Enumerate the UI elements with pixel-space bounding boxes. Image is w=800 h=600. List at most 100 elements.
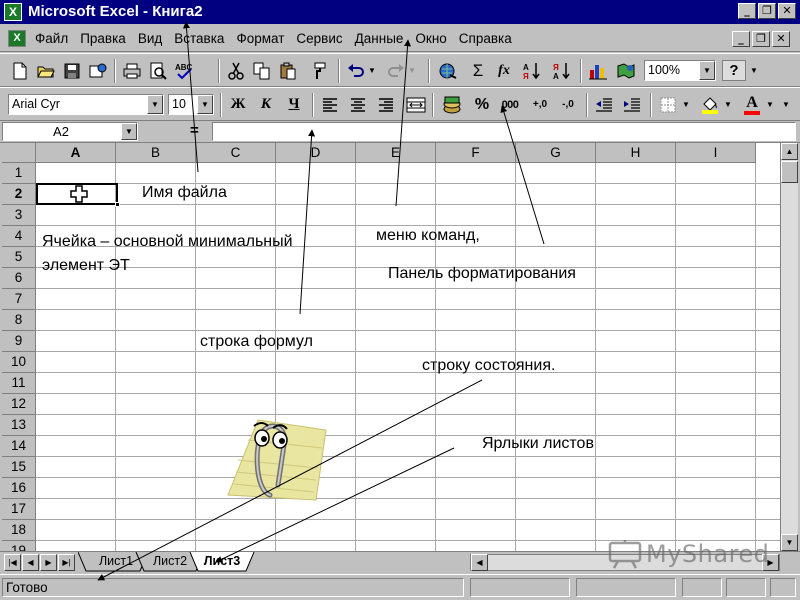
align-right-icon[interactable] (374, 93, 398, 116)
save-icon[interactable] (60, 59, 84, 82)
column-header[interactable]: A (36, 143, 116, 163)
bold-button[interactable]: Ж (226, 93, 250, 116)
scroll-up-icon[interactable]: ▲ (781, 143, 798, 160)
column-header[interactable]: C (196, 143, 276, 163)
cut-icon[interactable] (224, 59, 248, 82)
web-icon[interactable] (86, 59, 110, 82)
last-sheet-icon[interactable]: ▶| (58, 554, 75, 571)
print-icon[interactable] (120, 59, 144, 82)
chevron-down-icon[interactable]: ▼ (121, 123, 137, 140)
menu-window[interactable]: Окно (414, 31, 447, 46)
select-all-button[interactable] (2, 143, 36, 163)
sheet-tab[interactable]: Лист1 (88, 552, 144, 571)
borders-icon[interactable] (656, 93, 680, 116)
align-center-icon[interactable] (346, 93, 370, 116)
italic-button[interactable]: К (254, 93, 278, 116)
menu-help[interactable]: Справка (458, 31, 513, 46)
column-header[interactable]: H (596, 143, 676, 163)
row-header[interactable]: 7 (2, 289, 36, 310)
font-size-select[interactable]: 10 ▼ (168, 94, 214, 115)
paste-icon[interactable] (276, 59, 300, 82)
row-header[interactable]: 10 (2, 352, 36, 373)
row-header[interactable]: 2 (2, 184, 36, 205)
redo-dropdown-icon[interactable]: ▼ (406, 59, 418, 82)
fill-color-dropdown-icon[interactable]: ▼ (722, 93, 734, 116)
sheet-tab-active[interactable]: Лист3 (196, 552, 248, 571)
copy-icon[interactable] (250, 59, 274, 82)
scroll-down-icon[interactable]: ▼ (781, 534, 798, 551)
merge-center-icon[interactable] (404, 93, 428, 116)
row-header[interactable]: 6 (2, 268, 36, 289)
menu-format[interactable]: Формат (235, 31, 285, 46)
name-box[interactable]: A2 ▼ (2, 122, 138, 141)
hyperlink-icon[interactable] (436, 59, 460, 82)
map-icon[interactable] (614, 59, 638, 82)
row-header[interactable]: 4 (2, 226, 36, 247)
chevron-down-icon[interactable]: ▼ (147, 95, 163, 114)
close-button[interactable]: ✕ (778, 3, 796, 19)
increase-indent-icon[interactable] (620, 93, 644, 116)
help-icon[interactable]: ? (722, 60, 746, 81)
menu-tools[interactable]: Сервис (295, 31, 343, 46)
row-header[interactable]: 8 (2, 310, 36, 331)
vertical-scrollbar[interactable]: ▲ ▼ (780, 143, 798, 551)
decrease-decimal-button[interactable]: -,0 (556, 93, 580, 116)
currency-icon[interactable] (440, 93, 464, 116)
restore-button[interactable]: ❐ (758, 3, 776, 19)
autosum-icon[interactable]: Σ (466, 59, 490, 82)
equals-icon[interactable]: = (190, 122, 199, 139)
menu-insert[interactable]: Вставка (173, 31, 225, 46)
scroll-thumb[interactable] (781, 161, 798, 183)
worksheet-grid[interactable]: A B C D E F G H I 1 2 3 4 5 6 7 8 9 10 1… (2, 143, 780, 551)
function-icon[interactable]: fx (492, 59, 516, 82)
prev-sheet-icon[interactable]: ◀ (22, 554, 39, 571)
decrease-indent-icon[interactable] (592, 93, 616, 116)
column-header[interactable]: D (276, 143, 356, 163)
doc-minimize-button[interactable]: _ (732, 31, 750, 47)
column-header[interactable]: F (436, 143, 516, 163)
sort-ascending-icon[interactable]: AЯ (520, 59, 544, 82)
doc-restore-button[interactable]: ❐ (752, 31, 770, 47)
minimize-button[interactable]: _ (738, 3, 756, 19)
open-icon[interactable] (34, 59, 58, 82)
undo-icon[interactable] (344, 59, 368, 82)
borders-dropdown-icon[interactable]: ▼ (680, 93, 692, 116)
row-header[interactable]: 17 (2, 499, 36, 520)
sort-descending-icon[interactable]: ЯA (550, 59, 574, 82)
row-header[interactable]: 14 (2, 436, 36, 457)
chart-wizard-icon[interactable] (586, 59, 610, 82)
increase-decimal-button[interactable]: +,0 (528, 93, 552, 116)
formula-input[interactable] (212, 122, 796, 141)
undo-dropdown-icon[interactable]: ▼ (366, 59, 378, 82)
underline-button[interactable]: Ч (282, 93, 306, 116)
row-header[interactable]: 1 (2, 163, 36, 184)
font-select[interactable]: Arial Cyr ▼ (8, 94, 164, 115)
menu-edit[interactable]: Правка (79, 31, 127, 46)
chevron-down-icon[interactable]: ▼ (197, 95, 213, 114)
thousands-button[interactable]: 000 (498, 93, 522, 116)
row-header[interactable]: 13 (2, 415, 36, 436)
next-sheet-icon[interactable]: ▶ (40, 554, 57, 571)
sheet-tab[interactable]: Лист2 (142, 552, 198, 571)
new-icon[interactable] (8, 59, 32, 82)
document-icon[interactable]: X (8, 30, 26, 47)
row-header[interactable]: 19 (2, 541, 36, 551)
row-header[interactable]: 12 (2, 394, 36, 415)
font-color-icon[interactable]: A (740, 93, 764, 116)
spelling-icon[interactable]: ABC (172, 59, 196, 82)
menu-view[interactable]: Вид (137, 31, 163, 46)
row-header[interactable]: 5 (2, 247, 36, 268)
office-assistant-clippy[interactable] (218, 400, 338, 510)
format-painter-icon[interactable] (306, 59, 330, 82)
print-preview-icon[interactable] (146, 59, 170, 82)
column-header[interactable]: G (516, 143, 596, 163)
toolbar-more-icon[interactable]: ▼ (780, 93, 792, 116)
row-header[interactable]: 11 (2, 373, 36, 394)
row-header[interactable]: 15 (2, 457, 36, 478)
row-header[interactable]: 18 (2, 520, 36, 541)
fill-color-icon[interactable] (698, 93, 722, 116)
column-header[interactable]: B (116, 143, 196, 163)
doc-close-button[interactable]: ✕ (772, 31, 790, 47)
column-header[interactable]: E (356, 143, 436, 163)
font-color-dropdown-icon[interactable]: ▼ (764, 93, 776, 116)
